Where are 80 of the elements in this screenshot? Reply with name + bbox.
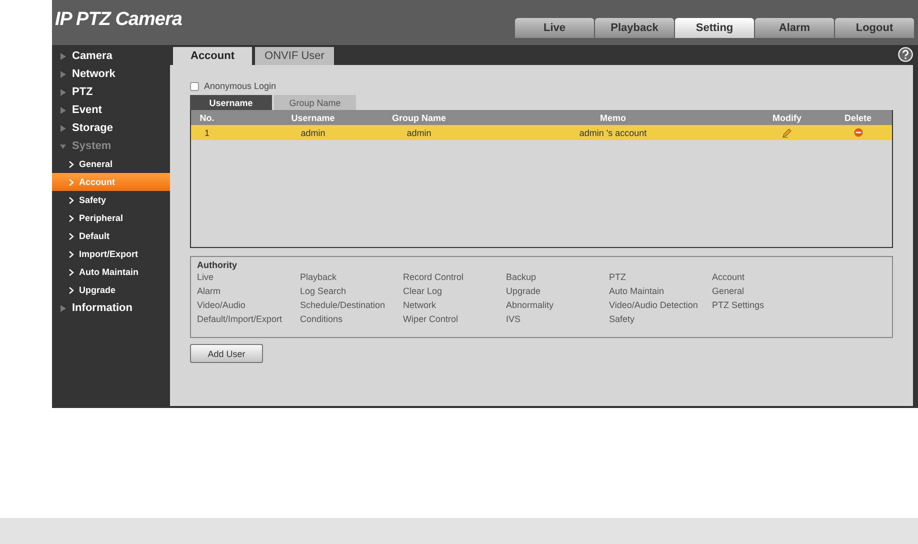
authority-item: PTZ Settings bbox=[712, 300, 766, 310]
authority-item: Abnormality bbox=[506, 300, 555, 310]
triangle-icon bbox=[60, 124, 66, 132]
chevron-icon bbox=[69, 268, 74, 276]
nav-tab[interactable]: Live bbox=[515, 18, 594, 38]
chevron-icon bbox=[69, 196, 74, 204]
tab[interactable]: Account bbox=[173, 47, 252, 65]
sub-tab[interactable]: Group Name bbox=[274, 95, 356, 110]
sidebar-item[interactable]: System bbox=[52, 137, 170, 155]
tab[interactable]: ONVIF User bbox=[255, 47, 334, 65]
authority-item: Account bbox=[712, 272, 746, 282]
triangle-icon bbox=[60, 304, 66, 312]
sidebar-subitem[interactable]: Upgrade bbox=[52, 281, 170, 299]
authority-item: Schedule/Destination bbox=[300, 300, 386, 310]
sidebar-subitem[interactable]: Safety bbox=[52, 191, 170, 209]
sub-tab[interactable]: Username bbox=[190, 95, 272, 110]
app-title: IP PTZ Camera bbox=[55, 9, 182, 31]
nav-tab[interactable]: Setting bbox=[675, 18, 754, 38]
table-cell-text: 1 bbox=[203, 128, 210, 138]
nav-tab[interactable]: Logout bbox=[835, 18, 914, 38]
chevron-icon bbox=[69, 178, 74, 186]
authority-item: Wiper Control bbox=[403, 314, 460, 324]
authority-item: Conditions bbox=[300, 314, 344, 324]
authority-title: Authority bbox=[197, 260, 238, 270]
checkbox-label: Anonymous Login bbox=[204, 81, 276, 91]
nav-tab[interactable]: Alarm bbox=[755, 18, 834, 38]
chevron-icon bbox=[69, 250, 74, 258]
column-header: Modify bbox=[772, 112, 802, 122]
chevron-icon bbox=[69, 160, 74, 168]
sidebar-item[interactable]: Event bbox=[52, 101, 170, 119]
column-header: Memo bbox=[598, 112, 627, 122]
authority-item: Record Control bbox=[403, 272, 465, 282]
column-header: No. bbox=[198, 112, 216, 122]
authority-item: General bbox=[712, 286, 746, 296]
chevron-icon bbox=[69, 214, 74, 222]
triangle-icon bbox=[60, 52, 66, 60]
help-icon[interactable] bbox=[898, 47, 913, 62]
authority-item: Safety bbox=[609, 314, 636, 324]
authority-item: Live bbox=[197, 272, 215, 282]
pencil-icon[interactable] bbox=[782, 128, 792, 138]
table-cell-text: admin bbox=[406, 128, 432, 138]
sidebar-subitem[interactable]: Import/Export bbox=[52, 245, 170, 263]
delete-icon[interactable] bbox=[854, 128, 862, 137]
sidebar-item[interactable]: Information bbox=[52, 299, 170, 317]
authority-item: Network bbox=[403, 300, 438, 310]
authority-item: Upgrade bbox=[506, 286, 542, 296]
column-header: Delete bbox=[843, 112, 872, 122]
authority-item: Default/Import/Export bbox=[197, 314, 284, 324]
chevron-icon bbox=[69, 232, 74, 240]
authority-item: Alarm bbox=[197, 286, 222, 296]
sidebar-subitem[interactable]: Auto Maintain bbox=[52, 263, 170, 281]
authority-item: Log Search bbox=[300, 286, 348, 296]
column-header: Username bbox=[290, 112, 336, 122]
add-user-button[interactable]: Add User bbox=[190, 344, 263, 363]
sidebar-item[interactable]: PTZ bbox=[52, 83, 170, 101]
table-cell-text: admin 's account bbox=[578, 128, 648, 138]
authority-item: Auto Maintain bbox=[609, 286, 666, 296]
authority-item: Video/Audio bbox=[197, 300, 246, 310]
sidebar-subitem[interactable]: Peripheral bbox=[52, 209, 170, 227]
sidebar-item[interactable]: Camera bbox=[52, 47, 170, 65]
table-row[interactable]: 1 admin admin admin 's account bbox=[191, 125, 892, 140]
triangle-icon bbox=[60, 88, 66, 96]
column-header: Group Name bbox=[390, 112, 447, 122]
triangle-icon bbox=[60, 70, 66, 78]
sidebar-item[interactable]: Storage bbox=[52, 119, 170, 137]
nav-tab[interactable]: Playback bbox=[595, 18, 674, 38]
sidebar-subitem[interactable]: General bbox=[52, 155, 170, 173]
chevron-icon bbox=[69, 286, 74, 294]
authority-item: IVS bbox=[506, 314, 522, 324]
authority-item: Backup bbox=[506, 272, 538, 282]
authority-item: Clear Log bbox=[403, 286, 444, 296]
authority-item: Video/Audio Detection bbox=[609, 300, 699, 310]
authority-item: Playback bbox=[300, 272, 338, 282]
sidebar-item[interactable]: Network bbox=[52, 65, 170, 83]
sidebar-subitem[interactable]: Default bbox=[52, 227, 170, 245]
table-cell-text: admin bbox=[300, 128, 326, 138]
checkbox[interactable] bbox=[190, 82, 199, 90]
authority-item: PTZ bbox=[609, 272, 627, 282]
triangle-icon bbox=[60, 106, 66, 114]
triangle-icon bbox=[60, 142, 66, 150]
